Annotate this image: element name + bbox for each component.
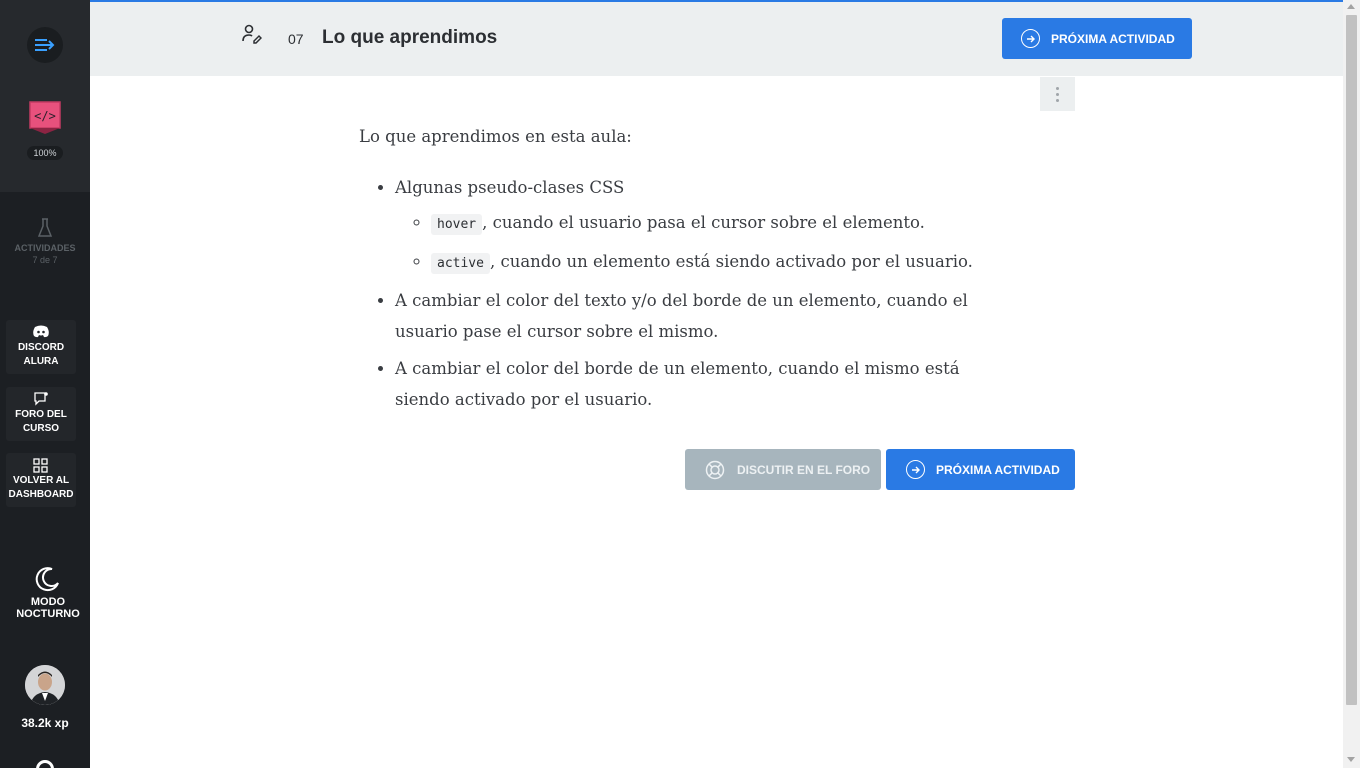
next-activity-button-header[interactable]: PRÓXIMA ACTIVIDAD: [1002, 18, 1192, 59]
list-item-text: A cambiar el color del borde de un eleme…: [395, 359, 960, 409]
list-item: A cambiar el color del texto y/o del bor…: [395, 285, 1009, 347]
learned-list: Algunas pseudo-clases CSS hover, cuando …: [359, 172, 1009, 415]
pseudo-classes-list: hover, cuando el usuario pasa el cursor …: [395, 207, 1009, 279]
help-icon[interactable]: [36, 760, 54, 778]
list-item: Algunas pseudo-clases CSS hover, cuando …: [395, 172, 1009, 279]
course-forum-label: FORO DEL CURSO: [15, 409, 67, 434]
list-item-text: , cuando el usuario pasa el cursor sobre…: [482, 213, 925, 232]
code-active: active: [431, 253, 490, 274]
discuss-forum-label: DISCUTIR EN EL FORO: [737, 462, 871, 477]
scroll-down-arrow-icon[interactable]: [1347, 757, 1355, 762]
arrow-right-circle-icon: [1021, 29, 1040, 48]
svg-text:</>: </>: [34, 109, 56, 123]
lifebuoy-icon: [705, 460, 725, 480]
discuss-forum-button[interactable]: DISCUTIR EN EL FORO: [685, 449, 881, 490]
list-item-text: Algunas pseudo-clases CSS: [395, 178, 625, 197]
scroll-thumb[interactable]: [1346, 15, 1357, 705]
list-item: active, cuando un elemento está siendo a…: [431, 246, 1009, 279]
activities-count: 7 de 7: [32, 255, 58, 265]
list-item: A cambiar el color del borde de un eleme…: [395, 353, 1009, 415]
lesson-header: 07 Lo que aprendimos PRÓXIMA ACTIVIDAD: [90, 2, 1343, 76]
discord-link[interactable]: DISCORD ALURA: [6, 320, 76, 374]
night-mode-label: MODO NOCTURNO: [16, 596, 80, 620]
activities-counter[interactable]: ACTIVIDADES 7 de 7: [0, 218, 90, 266]
list-item-text: , cuando un elemento está siendo activad…: [489, 252, 973, 271]
code-hover: hover: [431, 214, 483, 235]
course-progress-badge: 100%: [27, 146, 63, 160]
avatar[interactable]: [25, 665, 65, 705]
user-edit-icon: [242, 24, 263, 49]
moon-icon: [0, 566, 96, 592]
scroll-up-arrow-icon[interactable]: [1347, 4, 1355, 9]
arrow-right-circle-icon: [906, 460, 925, 479]
more-options-icon[interactable]: [1040, 77, 1075, 111]
lesson-content: Lo que aprendimos en esta aula: Algunas …: [359, 120, 1009, 421]
intro-text: Lo que aprendimos en esta aula:: [359, 127, 632, 146]
list-item: hover, cuando el usuario pasa el cursor …: [431, 207, 1009, 240]
next-activity-button[interactable]: PRÓXIMA ACTIVIDAD: [886, 449, 1075, 490]
menu-arrow-icon[interactable]: [27, 27, 63, 63]
sidebar: </> 100% ACTIVIDADES 7 de 7 DISCORD ALUR…: [0, 0, 90, 778]
chat-icon: [6, 392, 76, 408]
dashboard-link[interactable]: VOLVER AL DASHBOARD: [6, 453, 76, 507]
activities-label: ACTIVIDADES: [14, 243, 76, 253]
course-forum-link[interactable]: FORO DEL CURSO: [6, 387, 76, 441]
lesson-number: 07: [288, 31, 304, 47]
night-mode-toggle[interactable]: MODO NOCTURNO: [0, 566, 96, 620]
dashboard-label: VOLVER AL DASHBOARD: [8, 475, 74, 500]
page-title: Lo que aprendimos: [322, 27, 498, 48]
dashboard-icon: [6, 458, 76, 474]
vertical-scrollbar[interactable]: [1343, 0, 1360, 768]
user-xp: 38.2k xp: [21, 716, 69, 730]
html-code-icon[interactable]: </>: [29, 101, 61, 135]
discord-icon: [6, 325, 76, 341]
list-item-text: A cambiar el color del texto y/o del bor…: [395, 291, 968, 341]
next-activity-label: PRÓXIMA ACTIVIDAD: [936, 462, 1060, 477]
discord-label: DISCORD ALURA: [17, 342, 65, 367]
next-activity-label: PRÓXIMA ACTIVIDAD: [1051, 31, 1175, 46]
flask-icon: [0, 218, 90, 238]
